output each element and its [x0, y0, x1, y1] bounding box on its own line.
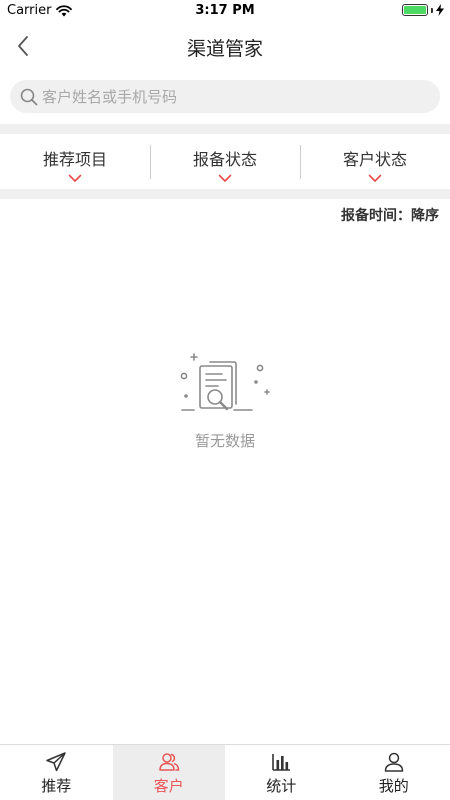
- tab-recommend[interactable]: 推荐: [0, 745, 113, 800]
- filter-report-status[interactable]: 报备状态: [150, 134, 300, 189]
- battery-level: [404, 6, 426, 14]
- filter-customer-status[interactable]: 客户状态: [300, 134, 450, 189]
- battery-tip: [431, 7, 433, 13]
- tab-mine[interactable]: 我的: [338, 745, 450, 800]
- chevron-down-icon: [218, 174, 232, 182]
- filter-label: 推荐项目: [42, 150, 107, 169]
- tab-label: 推荐: [41, 777, 72, 795]
- tab-bar: 推荐 客户 统计 我的: [0, 744, 450, 800]
- bar-chart-icon: [272, 754, 291, 771]
- nav-bar: 渠道管家: [0, 22, 450, 70]
- tab-label: 统计: [266, 777, 297, 795]
- status-right: [402, 4, 444, 16]
- filter-divider: [150, 145, 151, 179]
- filter-bar: 推荐项目 报备状态 客户状态: [0, 134, 450, 189]
- sort-toggle[interactable]: 报备时间：降序: [341, 205, 439, 225]
- section-divider-bottom: [0, 189, 450, 199]
- empty-state-text: 暂无数据: [194, 432, 255, 450]
- tab-customers[interactable]: 客户: [112, 745, 225, 800]
- search-area: [0, 70, 450, 124]
- search-box[interactable]: [10, 80, 440, 113]
- filter-divider: [300, 145, 301, 179]
- user-icon: [384, 752, 403, 772]
- chevron-down-icon: [368, 174, 382, 182]
- tab-label: 客户: [153, 777, 184, 795]
- status-time: 3:17 PM: [195, 3, 255, 18]
- paper-plane-icon: [46, 752, 66, 772]
- tab-label: 我的: [378, 777, 409, 795]
- filter-recommend-project[interactable]: 推荐项目: [0, 134, 150, 189]
- charging-bolt-icon: [436, 4, 444, 16]
- search-input[interactable]: [42, 87, 422, 106]
- empty-document-search-icon: [180, 353, 270, 411]
- battery-icon: [402, 4, 428, 16]
- tab-statistics[interactable]: 统计: [225, 745, 338, 800]
- chevron-down-icon: [68, 174, 82, 182]
- section-divider-top: [0, 124, 450, 134]
- filter-label: 客户状态: [342, 150, 407, 169]
- users-icon: [159, 753, 180, 771]
- search-icon: [20, 88, 38, 105]
- filter-label: 报备状态: [192, 150, 257, 169]
- status-bar: Carrier 3:17 PM: [0, 0, 450, 22]
- page-title: 渠道管家: [186, 38, 263, 60]
